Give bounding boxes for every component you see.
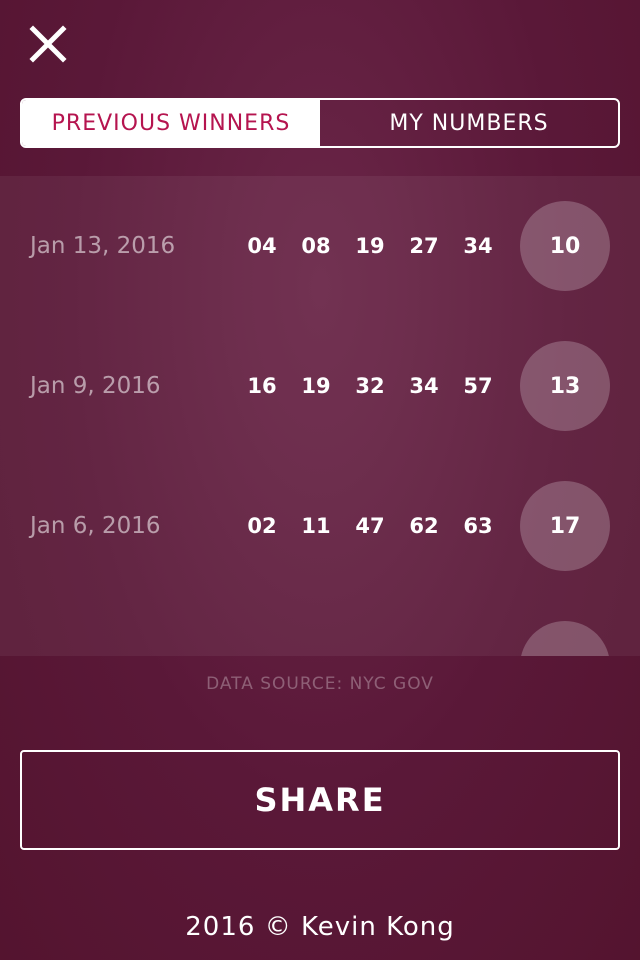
draw-date: Jan 13, 2016 [30,233,176,259]
winning-number: 04 [247,234,277,258]
winning-number: 16 [247,374,277,398]
data-source-label: DATA SOURCE: NYC GOV [206,674,434,694]
winner-row: Jan 13, 2016 04 08 19 27 34 10 [0,176,640,316]
copyright-footer: 2016 © Kevin Kong [185,912,455,942]
winner-row: Jan 6, 2016 02 11 47 62 63 17 [0,456,640,596]
tab-bar: PREVIOUS WINNERS MY NUMBERS [20,98,620,148]
winners-list[interactable]: Jan 13, 2016 04 08 19 27 34 10 Jan 9, 20… [0,176,640,656]
tab-previous-winners[interactable]: PREVIOUS WINNERS [22,100,320,146]
share-button[interactable]: SHARE [20,750,620,850]
winning-number: 34 [409,374,439,398]
winning-numbers: 04 08 19 27 34 [240,234,500,258]
winning-number: 27 [409,234,439,258]
winning-number: 19 [301,374,331,398]
tab-my-numbers[interactable]: MY NUMBERS [320,100,618,146]
winning-number: 19 [355,234,385,258]
winning-number: 11 [301,514,331,538]
winning-number: 34 [463,234,493,258]
close-button[interactable] [28,24,68,64]
winning-number: 08 [301,234,331,258]
close-icon [29,25,67,63]
winning-number: 62 [409,514,439,538]
bonus-ball [520,621,610,656]
winning-numbers: 02 11 47 62 63 [240,514,500,538]
winning-numbers: 16 19 32 34 57 [240,374,500,398]
draw-date: Jan 6, 2016 [30,513,161,539]
bonus-ball: 10 [520,201,610,291]
winning-number: 02 [247,514,277,538]
winning-number: 63 [463,514,493,538]
winning-number: 47 [355,514,385,538]
bonus-ball: 17 [520,481,610,571]
winner-row-partial [0,596,640,656]
winner-row: Jan 9, 2016 16 19 32 34 57 13 [0,316,640,456]
winning-number: 32 [355,374,385,398]
draw-date: Jan 9, 2016 [30,373,161,399]
bonus-ball: 13 [520,341,610,431]
winning-number: 57 [463,374,493,398]
